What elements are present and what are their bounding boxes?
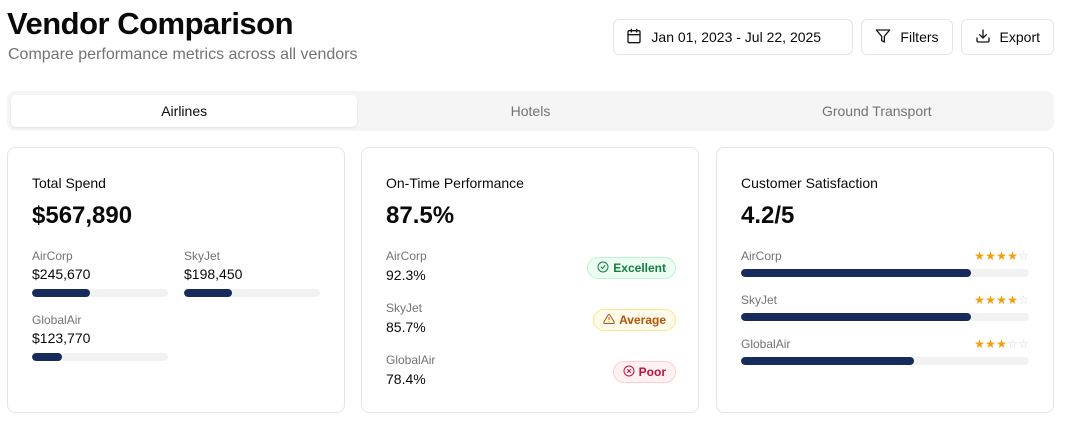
star-empty-icon: ☆: [1007, 337, 1018, 351]
satisfaction-bar-fill: [741, 269, 972, 277]
star-filled-icon: ★: [1007, 293, 1018, 307]
badge-label: Poor: [638, 365, 666, 379]
satisfaction-bar-track: [741, 313, 1029, 321]
vendor-amount: $245,670: [32, 266, 91, 282]
satisfaction-bar-track: [741, 269, 1029, 277]
star-filled-icon: ★: [974, 337, 985, 351]
filters-label: Filters: [900, 29, 939, 45]
star-rating: ★★★★☆: [974, 293, 1029, 307]
vendor-name: AirCorp: [32, 249, 73, 263]
on-time-row-globalair: GlobalAir 78.4% Poor: [386, 353, 676, 393]
star-filled-icon: ★: [985, 337, 996, 351]
vendor-amount: $198,450: [184, 266, 243, 282]
status-badge: Excellent: [587, 257, 676, 279]
vendor-tabs: Airlines Hotels Ground Transport: [7, 91, 1054, 131]
satisfaction-row-skyjet: SkyJet ★★★★☆: [741, 293, 1029, 321]
x-circle-icon: [623, 365, 635, 380]
total-spend-value: $567,890: [32, 202, 133, 229]
on-time-card: On-Time Performance 87.5% AirCorp 92.3% …: [361, 147, 699, 413]
vendor-amount: $123,770: [32, 330, 91, 346]
star-filled-icon: ★: [1007, 249, 1018, 263]
card-title: Customer Satisfaction: [741, 175, 878, 191]
status-badge: Poor: [612, 361, 676, 383]
star-filled-icon: ★: [985, 293, 996, 307]
tab-hotels[interactable]: Hotels: [357, 95, 703, 127]
satisfaction-bar-fill: [741, 357, 914, 365]
date-range-label: Jan 01, 2023 - Jul 22, 2025: [651, 29, 822, 45]
on-time-row-skyjet: SkyJet 85.7% Average: [386, 301, 676, 341]
star-filled-icon: ★: [996, 337, 1007, 351]
vendor-name: SkyJet: [184, 249, 221, 263]
page-subtitle: Compare performance metrics across all v…: [8, 46, 358, 63]
export-label: Export: [999, 29, 1040, 45]
vendor-name: GlobalAir: [32, 313, 82, 327]
export-button[interactable]: Export: [960, 19, 1054, 55]
status-badge: Average: [593, 309, 676, 331]
spend-bar-track: [32, 353, 168, 361]
spend-item-aircorp: AirCorp $245,670: [32, 249, 168, 297]
spend-item-globalair: GlobalAir $123,770: [32, 313, 168, 361]
satisfaction-row-globalair: GlobalAir ★★★☆☆: [741, 337, 1029, 365]
badge-label: Average: [619, 313, 666, 327]
star-empty-icon: ☆: [1018, 293, 1029, 307]
spend-item-skyjet: SkyJet $198,450: [184, 249, 320, 297]
filters-button[interactable]: Filters: [861, 19, 953, 55]
warning-triangle-icon: [603, 313, 615, 328]
filter-icon: [875, 28, 891, 47]
check-circle-icon: [597, 261, 609, 276]
spend-bar-fill: [32, 289, 91, 297]
satisfaction-bar-track: [741, 357, 1029, 365]
star-filled-icon: ★: [974, 293, 985, 307]
star-filled-icon: ★: [985, 249, 996, 263]
star-rating: ★★★★☆: [974, 249, 1029, 263]
tab-ground-transport[interactable]: Ground Transport: [704, 95, 1050, 127]
badge-label: Excellent: [613, 261, 666, 275]
spend-bar-fill: [184, 289, 232, 297]
total-spend-card: Total Spend $567,890 AirCorp $245,670 Sk…: [7, 147, 345, 413]
star-empty-icon: ☆: [1018, 249, 1029, 263]
spend-bar-track: [32, 289, 168, 297]
spend-bar-track: [184, 289, 320, 297]
spend-bar-fill: [32, 353, 62, 361]
satisfaction-bar-fill: [741, 313, 972, 321]
tab-airlines[interactable]: Airlines: [11, 95, 358, 127]
satisfaction-row-aircorp: AirCorp ★★★★☆: [741, 249, 1029, 277]
satisfaction-card: Customer Satisfaction 4.2/5 AirCorp ★★★★…: [716, 147, 1054, 413]
star-filled-icon: ★: [974, 249, 985, 263]
on-time-row-aircorp: AirCorp 92.3% Excellent: [386, 249, 676, 289]
on-time-value: 87.5%: [386, 202, 455, 229]
star-filled-icon: ★: [996, 293, 1007, 307]
satisfaction-value: 4.2/5: [741, 202, 795, 229]
star-empty-icon: ☆: [1018, 337, 1029, 351]
date-range-button[interactable]: Jan 01, 2023 - Jul 22, 2025: [613, 19, 854, 55]
calendar-icon: [626, 28, 642, 47]
star-rating: ★★★☆☆: [974, 337, 1029, 351]
download-icon: [975, 28, 991, 47]
page-title: Vendor Comparison: [7, 6, 294, 41]
star-filled-icon: ★: [996, 249, 1007, 263]
toolbar: Jan 01, 2023 - Jul 22, 2025 Filters Expo…: [613, 19, 1054, 55]
card-title: Total Spend: [32, 175, 106, 191]
card-title: On-Time Performance: [386, 175, 524, 191]
